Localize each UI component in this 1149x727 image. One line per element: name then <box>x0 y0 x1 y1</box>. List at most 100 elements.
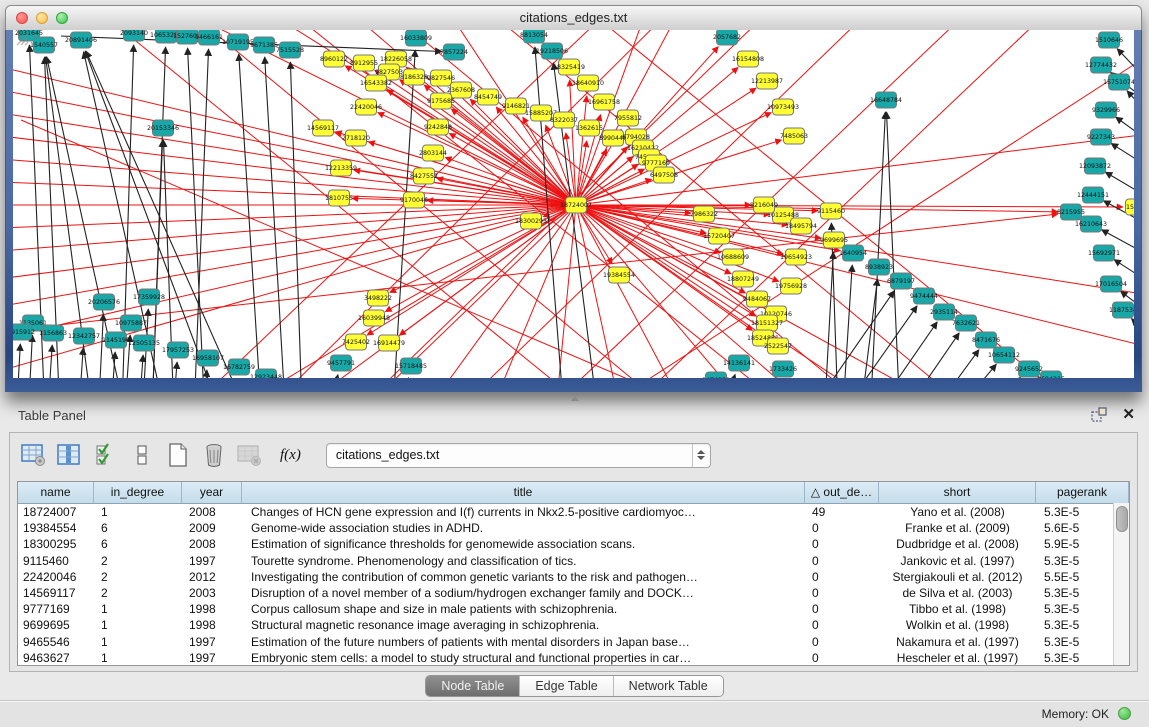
column-header-title[interactable]: title <box>242 482 805 503</box>
clear-selection-icon[interactable] <box>128 442 155 469</box>
table-cell[interactable]: 1997 <box>182 553 242 569</box>
table-cell[interactable]: 0 <box>805 650 879 665</box>
network-window-titlebar[interactable]: citations_edges.txt <box>5 5 1142 31</box>
table-cell[interactable]: Disruption of a novel member of a sodium… <box>242 585 805 601</box>
table-row[interactable]: 969969511998Structural magnetic resonanc… <box>18 617 1129 633</box>
table-cell[interactable]: 0 <box>805 585 879 601</box>
table-cell[interactable]: de Silva et al. (2003) <box>879 585 1036 601</box>
zoom-window-button[interactable] <box>56 12 68 24</box>
column-header-in_degree[interactable]: in_degree <box>94 482 182 503</box>
table-row[interactable]: 946362711997Embryonic stem cells: a mode… <box>18 650 1129 665</box>
table-cell[interactable]: 6 <box>94 520 182 536</box>
table-cell[interactable]: 1 <box>94 617 182 633</box>
table-cell[interactable]: 9699695 <box>18 617 94 633</box>
table-cell[interactable]: 49 <box>805 504 879 520</box>
table-cell[interactable]: 9463627 <box>18 650 94 665</box>
delete-table-icon[interactable] <box>236 442 263 469</box>
table-cell[interactable]: Estimation of the future numbers of pati… <box>242 634 805 650</box>
table-cell[interactable]: 14569117 <box>18 585 94 601</box>
table-cell[interactable]: 1 <box>94 650 182 665</box>
table-scrollbar[interactable] <box>1113 503 1129 665</box>
close-panel-icon[interactable]: ✕ <box>1122 407 1135 423</box>
table-cell[interactable]: 1 <box>94 504 182 520</box>
table-cell[interactable]: 22420046 <box>18 569 94 585</box>
table-cell[interactable]: Estimation of significance thresholds fo… <box>242 536 805 552</box>
table-row[interactable]: 1456911722003Disruption of a novel membe… <box>18 585 1129 601</box>
column-header-name[interactable]: name <box>18 482 94 503</box>
table-cell[interactable]: Tibbo et al. (1998) <box>879 601 1036 617</box>
table-cell[interactable]: 2009 <box>182 520 242 536</box>
table-cell[interactable]: Tourette syndrome. Phenomenology and cla… <box>242 553 805 569</box>
table-row[interactable]: 1938455462009Genome-wide association stu… <box>18 520 1129 536</box>
table-cell[interactable]: 0 <box>805 520 879 536</box>
table-cell[interactable]: 2008 <box>182 504 242 520</box>
select-all-icon[interactable] <box>92 442 119 469</box>
table-cell[interactable]: Dudbridge et al. (2008) <box>879 536 1036 552</box>
table-cell[interactable]: 18724007 <box>18 504 94 520</box>
column-header-short[interactable]: short <box>879 482 1036 503</box>
memory-status-indicator[interactable] <box>1118 707 1131 720</box>
table-mode-icon[interactable] <box>20 442 47 469</box>
table-row[interactable]: 911546021997Tourette syndrome. Phenomeno… <box>18 553 1129 569</box>
close-window-button[interactable] <box>16 12 28 24</box>
table-selector-dropdown[interactable]: citations_edges.txt <box>326 443 711 468</box>
table-cell[interactable]: 1997 <box>182 634 242 650</box>
table-row[interactable]: 977716911998Corpus callosum shape and si… <box>18 601 1129 617</box>
table-cell[interactable]: Corpus callosum shape and size in male p… <box>242 601 805 617</box>
table-cell[interactable]: 19384554 <box>18 520 94 536</box>
column-header-year[interactable]: year <box>182 482 242 503</box>
table-row[interactable]: 946554611997Estimation of the future num… <box>18 634 1129 650</box>
table-cell[interactable]: 9115460 <box>18 553 94 569</box>
table-cell[interactable]: Wolkin et al. (1998) <box>879 617 1036 633</box>
table-cell[interactable]: Yano et al. (2008) <box>879 504 1036 520</box>
table-cell[interactable]: 0 <box>805 569 879 585</box>
table-cell[interactable]: Structural magnetic resonance image aver… <box>242 617 805 633</box>
table-row[interactable]: 2242004622012Investigating the contribut… <box>18 569 1129 585</box>
table-cell[interactable]: Genome-wide association studies in ADHD. <box>242 520 805 536</box>
float-panel-icon[interactable] <box>1091 407 1108 423</box>
table-cell[interactable]: Hescheler et al. (1997) <box>879 650 1036 665</box>
window-resize-grip-icon[interactable] <box>13 30 29 46</box>
show-columns-icon[interactable] <box>56 442 83 469</box>
table-cell[interactable]: Embryonic stem cells: a model to study s… <box>242 650 805 665</box>
tab-node-table[interactable]: Node Table <box>426 676 519 696</box>
table-cell[interactable]: 1998 <box>182 617 242 633</box>
table-cell[interactable]: 1 <box>94 601 182 617</box>
table-cell[interactable]: 0 <box>805 553 879 569</box>
table-cell[interactable]: Nakamura et al. (1997) <box>879 634 1036 650</box>
table-cell[interactable]: 2 <box>94 553 182 569</box>
function-builder-icon[interactable]: f(x) <box>280 447 301 464</box>
table-cell[interactable]: Changes of HCN gene expression and I(f) … <box>242 504 805 520</box>
scrollbar-thumb[interactable] <box>1116 506 1128 532</box>
panel-splitter[interactable] <box>0 394 1149 401</box>
delete-column-icon[interactable] <box>200 442 227 469</box>
network-canvas[interactable]: 8960122891295518226058982750316543382818… <box>13 30 1134 378</box>
table-cell[interactable]: 9777169 <box>18 601 94 617</box>
table-cell[interactable]: 1 <box>94 634 182 650</box>
table-cell[interactable]: 6 <box>94 536 182 552</box>
table-cell[interactable]: 1997 <box>182 650 242 665</box>
table-cell[interactable]: 2 <box>94 569 182 585</box>
table-cell[interactable]: 1998 <box>182 601 242 617</box>
table-cell[interactable]: 2 <box>94 585 182 601</box>
table-cell[interactable]: 9465546 <box>18 634 94 650</box>
table-cell[interactable]: Stergiakouli et al. (2012) <box>879 569 1036 585</box>
table-cell[interactable]: 0 <box>805 601 879 617</box>
column-header-out_de[interactable]: △ out_de… <box>805 482 879 503</box>
table-row[interactable]: 1872400712008Changes of HCN gene express… <box>18 504 1129 520</box>
table-cell[interactable]: 2008 <box>182 536 242 552</box>
table-cell[interactable]: Franke et al. (2009) <box>879 520 1036 536</box>
minimize-window-button[interactable] <box>36 12 48 24</box>
tab-edge-table[interactable]: Edge Table <box>519 676 612 696</box>
tab-network-table[interactable]: Network Table <box>613 676 723 696</box>
table-row[interactable]: 1830029562008Estimation of significance … <box>18 536 1129 552</box>
table-cell[interactable]: 0 <box>805 617 879 633</box>
table-cell[interactable]: Jankovic et al. (1997) <box>879 553 1036 569</box>
table-cell[interactable]: Investigating the contribution of common… <box>242 569 805 585</box>
table-cell[interactable]: 2003 <box>182 585 242 601</box>
new-column-icon[interactable] <box>164 442 191 469</box>
table-cell[interactable]: 0 <box>805 536 879 552</box>
column-header-pagerank[interactable]: pagerank <box>1036 482 1129 503</box>
table-cell[interactable]: 0 <box>805 634 879 650</box>
table-cell[interactable]: 2012 <box>182 569 242 585</box>
